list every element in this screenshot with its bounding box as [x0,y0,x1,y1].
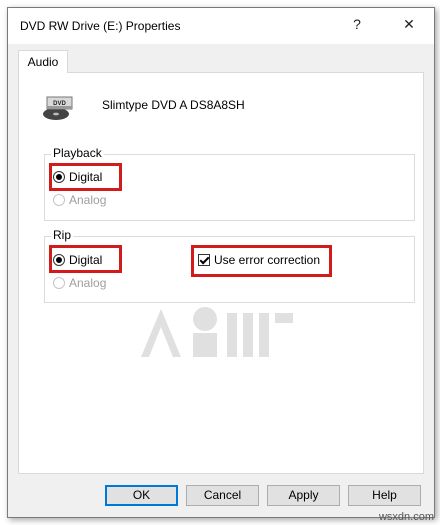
radio-unchecked-icon[interactable] [53,277,65,289]
playback-analog-label: Analog [69,193,107,207]
radio-checked-icon[interactable] [53,171,65,183]
rip-analog-label: Analog [69,276,107,290]
close-icon[interactable]: ✕ [386,8,432,40]
apply-button[interactable]: Apply [267,485,340,506]
radio-checked-icon[interactable] [53,254,65,266]
error-correction-label: Use error correction [214,253,321,267]
tab-audio[interactable]: Audio [18,50,68,73]
title-bar: DVD RW Drive (E:) Properties ? ✕ [8,8,434,44]
playback-analog-radio[interactable]: Analog [53,191,106,209]
ok-button[interactable]: OK [105,485,178,506]
rip-group: Rip Digital Analog Use error correction [44,228,415,303]
rip-analog-radio[interactable]: Analog [53,274,106,292]
help-title-button[interactable]: ? [334,8,380,40]
cancel-button[interactable]: Cancel [186,485,259,506]
audio-tab-panel: DVD Slimtype DVD A DS8A8SH Playback Digi… [18,72,424,474]
footer-brand: wsxdn.com [378,511,434,523]
help-button[interactable]: Help [348,485,421,506]
playback-group: Playback Digital Analog [44,146,415,221]
dvd-drive-icon: DVD [43,96,73,120]
error-correction-checkbox[interactable]: Use error correction [198,251,320,269]
dvd-label: DVD [53,101,66,107]
window-title: DVD RW Drive (E:) Properties [20,19,181,33]
playback-digital-radio[interactable]: Digital [53,168,102,186]
device-name: Slimtype DVD A DS8A8SH [102,98,245,112]
playback-legend: Playback [51,146,104,160]
properties-dialog: DVD RW Drive (E:) Properties ? ✕ Audio D… [7,7,435,518]
rip-digital-label: Digital [69,253,103,267]
rip-digital-radio[interactable]: Digital [53,251,102,269]
rip-legend: Rip [51,228,74,242]
playback-digital-label: Digital [69,170,103,184]
watermark-logo-icon [141,307,293,357]
checkbox-checked-icon[interactable] [198,254,210,266]
radio-unchecked-icon[interactable] [53,194,65,206]
